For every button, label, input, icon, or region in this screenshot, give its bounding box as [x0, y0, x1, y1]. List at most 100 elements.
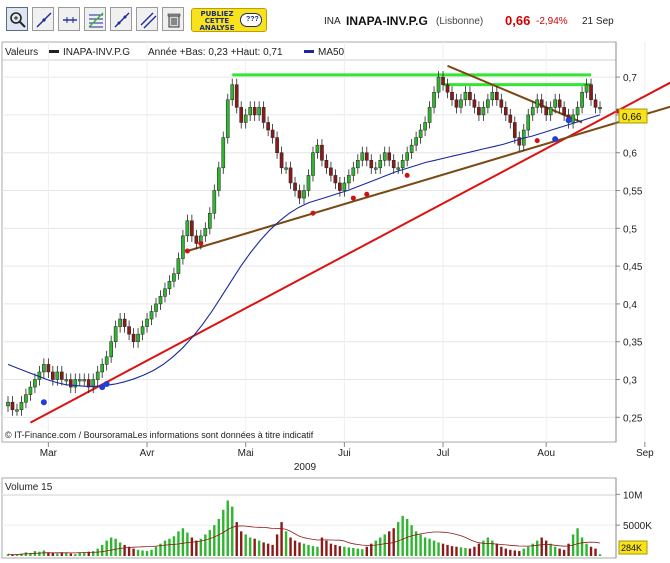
candle-body	[28, 386, 33, 395]
candle-body	[593, 99, 598, 108]
candle-body	[405, 152, 409, 161]
candle-body	[477, 107, 481, 116]
candle-body	[33, 379, 37, 388]
candle-body	[539, 99, 544, 108]
volume-bar	[257, 540, 261, 556]
volume-bar	[132, 548, 135, 556]
series-swatch	[49, 50, 59, 53]
candle-body	[127, 326, 131, 335]
candle-body	[136, 333, 140, 342]
pivot-marker-blue	[103, 381, 110, 388]
volume-bar	[594, 548, 597, 556]
volume-bar	[208, 530, 212, 556]
candle-body	[113, 326, 118, 342]
volume-bar	[437, 542, 440, 556]
volume-bar	[302, 543, 306, 556]
candle-body	[548, 107, 553, 116]
volume-bar	[374, 540, 377, 556]
year-range: Année +Bas: 0,23 +Haut: 0,71	[148, 47, 283, 58]
month-label: Aou	[537, 448, 555, 459]
volume-bar	[123, 544, 126, 556]
price-axis: 0,250,30,350,40,450,50,550,60,650,7	[615, 42, 643, 442]
volume-bar	[150, 549, 153, 556]
volume-bar	[361, 549, 364, 556]
volume-bar	[379, 537, 382, 556]
volume-bar	[504, 548, 508, 556]
candle-body	[176, 258, 181, 274]
volume-bar	[100, 544, 104, 556]
month-label: Avr	[140, 448, 155, 459]
candle-body	[580, 91, 584, 108]
candle-body	[414, 137, 418, 146]
volume-bar	[486, 537, 490, 556]
volume-bar	[410, 525, 413, 556]
candle-body	[221, 137, 226, 169]
volume-bar	[329, 543, 333, 556]
price-chart[interactable]: 0,250,30,350,40,450,50,550,60,650,7 5000…	[0, 0, 670, 563]
pivot-marker-red	[184, 248, 190, 254]
copyright-notice: © IT-Finance.com / BoursoramaLes informa…	[5, 430, 314, 440]
volume-bar	[356, 548, 360, 556]
candle-body	[104, 356, 109, 365]
candle-body	[158, 296, 163, 305]
volume-bar	[226, 500, 229, 556]
candle-body	[172, 273, 176, 282]
candle-body	[418, 129, 423, 138]
candle-body	[351, 167, 356, 176]
volume-bar	[127, 546, 131, 556]
candle-body	[495, 91, 499, 101]
candle-body	[68, 379, 73, 388]
candle-body	[181, 235, 185, 259]
volume-bar	[522, 548, 525, 556]
candle-body	[163, 288, 167, 297]
candle-body	[46, 364, 51, 373]
candle-body	[131, 333, 136, 342]
candle-body	[311, 152, 315, 176]
candle-body	[306, 175, 311, 191]
candle-body	[320, 144, 324, 161]
candle-body	[10, 401, 15, 411]
candle-body	[194, 235, 199, 244]
volume-bar	[513, 550, 516, 556]
volume-bar	[195, 540, 198, 556]
volume-bar	[141, 550, 144, 556]
volume-bar	[383, 534, 386, 556]
candle-body	[55, 371, 60, 380]
candle-body	[400, 160, 405, 169]
candle-body	[369, 160, 374, 169]
volume-bar	[105, 540, 108, 556]
candle-body	[284, 167, 288, 170]
candle-body	[355, 160, 360, 169]
pivot-marker-red	[404, 172, 410, 178]
candle-body	[185, 220, 190, 237]
values-label: Valeurs	[5, 47, 38, 58]
candle-body	[257, 107, 261, 116]
volume-bar	[190, 537, 194, 556]
candle-body	[584, 84, 589, 93]
pivot-marker-blue	[552, 136, 559, 143]
candle-body	[15, 409, 19, 412]
volume-bar	[500, 546, 503, 556]
month-label: Jul	[437, 448, 450, 459]
volume-bar	[114, 538, 117, 556]
volume-bar	[343, 546, 346, 556]
year-label: 2009	[294, 462, 317, 473]
candle-body	[216, 167, 221, 191]
candle-body	[24, 394, 28, 403]
candle-body	[324, 160, 329, 169]
candle-body	[239, 107, 244, 123]
volume-bar	[423, 537, 427, 556]
volume-bar	[248, 537, 252, 556]
price-tick-label: 0,6	[623, 149, 637, 160]
candle-body	[436, 76, 441, 93]
pivot-marker-red	[534, 138, 540, 144]
month-label: Jui	[338, 448, 351, 459]
volume-bar	[558, 548, 561, 556]
volume-bar	[275, 534, 279, 556]
price-tick-label: 0,35	[623, 338, 643, 349]
candle-body	[261, 107, 266, 123]
candle-body	[42, 364, 46, 373]
volume-bar	[289, 537, 292, 556]
candle-body	[360, 152, 365, 161]
month-label: Sep	[636, 448, 654, 459]
